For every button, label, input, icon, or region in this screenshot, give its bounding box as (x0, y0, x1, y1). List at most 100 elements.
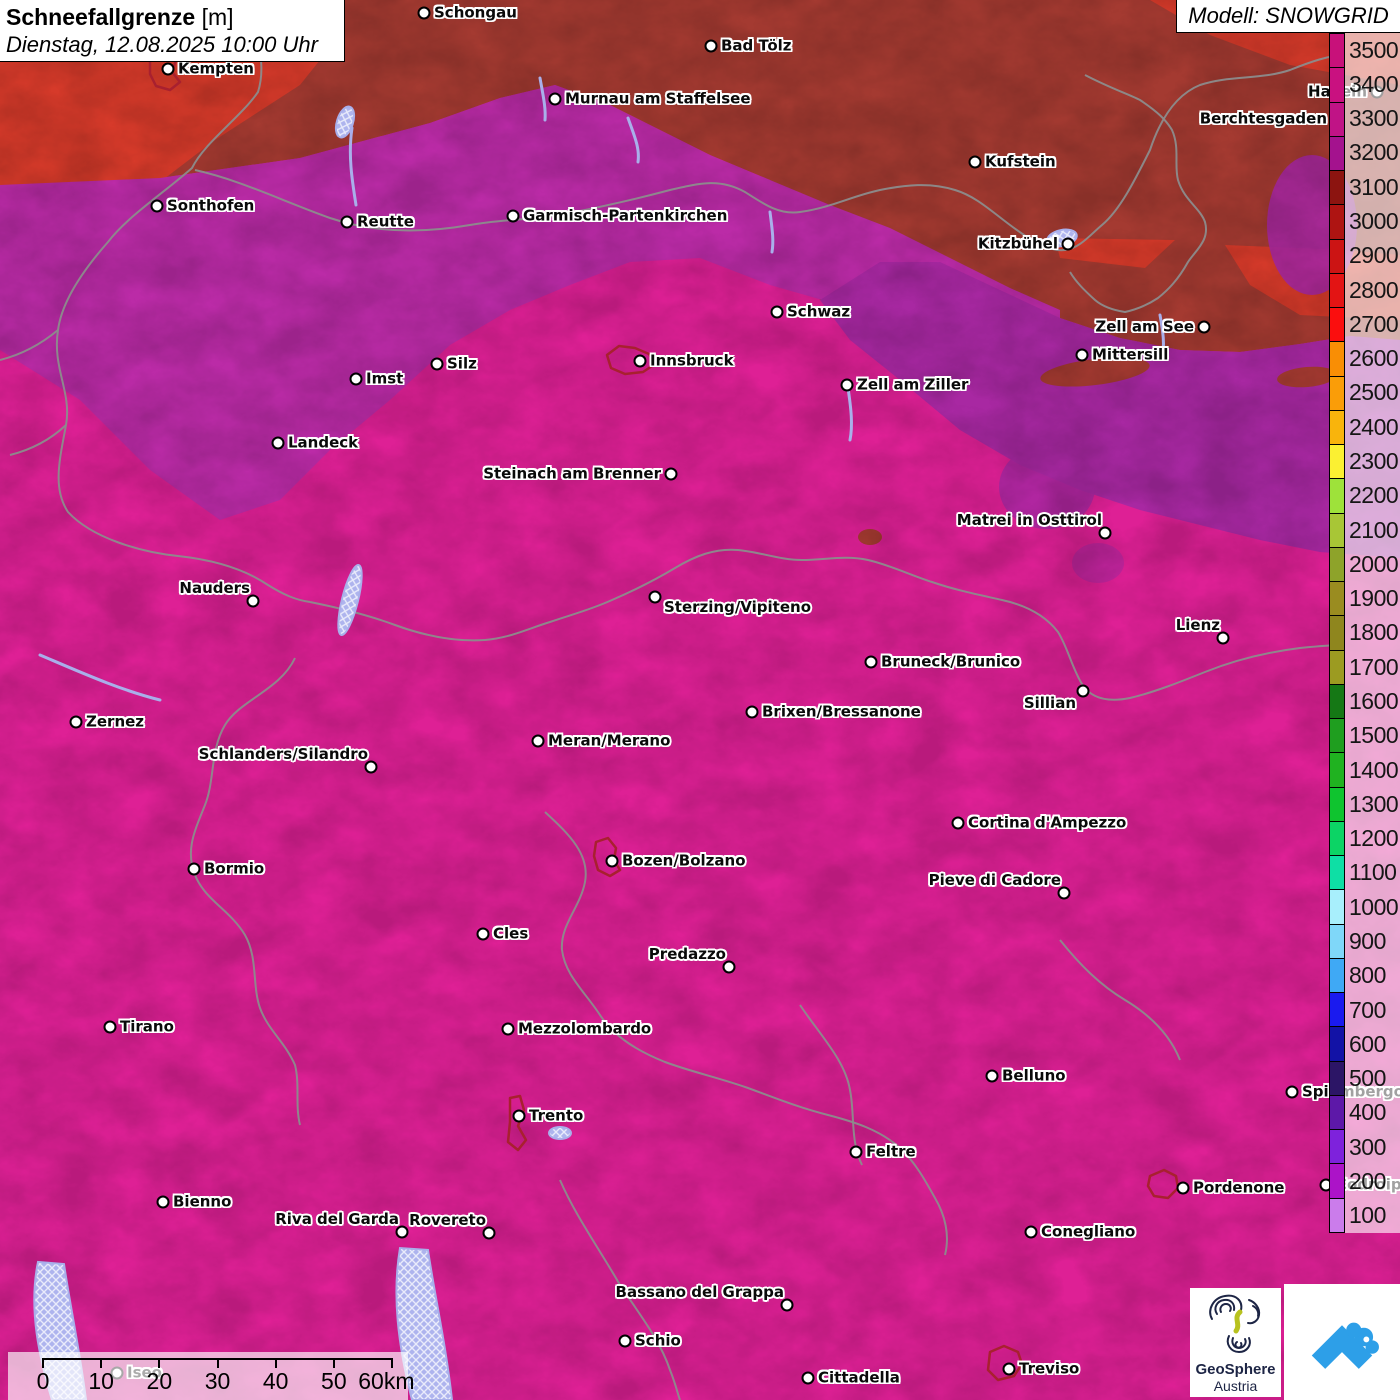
scale-tick-30 (216, 1358, 219, 1368)
city-dot (506, 209, 520, 223)
city-label: Landeck (288, 433, 359, 452)
city-label: Berchtesgaden (1199, 109, 1327, 128)
colorbar-labels: 3500 3400 3300 3200 3100 3000 2900 2800 2700 2600… (1349, 33, 1399, 1233)
city-label: Silz (447, 354, 477, 373)
colorbar-segment-3100 (1330, 171, 1344, 206)
colorbar-segment-3000 (1330, 205, 1344, 240)
city-dot (745, 705, 759, 719)
city-label: Mittersill (1092, 345, 1169, 364)
city-dot (69, 715, 83, 729)
title-box: Schneefallgrenze [m] Dienstag, 12.08.202… (0, 0, 345, 62)
city-label: Lienz (1175, 616, 1220, 634)
city-label: Zell am Ziller (857, 375, 969, 394)
colorbar-segment-600 (1330, 1027, 1344, 1062)
colorbar-label-2500: 2500 (1349, 379, 1399, 406)
colorbar-segment-2400 (1330, 410, 1344, 445)
colorbar-label-2700: 2700 (1349, 310, 1399, 337)
city-dot (1075, 348, 1089, 362)
colorbar-segment-1500 (1330, 719, 1344, 754)
colorbar-segment-3200 (1330, 136, 1344, 171)
colorbar (1329, 33, 1345, 1233)
city-label: Bienno (173, 1192, 232, 1211)
city-label: Matrei in Osttirol (956, 511, 1102, 529)
colorbar-label-1000: 1000 (1349, 893, 1399, 920)
colorbar-label-1800: 1800 (1349, 619, 1399, 646)
city-label: Belluno (1002, 1066, 1066, 1085)
colorbar-segment-3500 (1330, 34, 1344, 69)
scale-number-10: 10 (88, 1368, 114, 1394)
colorbar-label-3300: 3300 (1349, 105, 1399, 132)
colorbar-label-3400: 3400 (1349, 70, 1399, 97)
colorbar-segment-2200 (1330, 479, 1344, 514)
colorbar-label-2900: 2900 (1349, 242, 1399, 269)
city-label: Zell am See (1095, 317, 1194, 336)
city-label: Kitzbühel (977, 234, 1058, 253)
colorbar-segment-300 (1330, 1130, 1344, 1165)
scale-tick-50 (332, 1358, 335, 1368)
city-label: Feltre (866, 1142, 916, 1161)
city-dot (864, 655, 878, 669)
colorbar-segment-2300 (1330, 445, 1344, 480)
colorbar-segment-1000 (1330, 890, 1344, 925)
colorbar-segment-800 (1330, 958, 1344, 993)
city-label: Pieve di Cadore (928, 871, 1061, 889)
colorbar-label-2600: 2600 (1349, 345, 1399, 372)
city-dot (349, 372, 363, 386)
city-dot (150, 199, 164, 213)
city-label: Schlanders/Silandro (198, 745, 368, 763)
title-text: Schneefallgrenze (6, 4, 196, 30)
colorbar-segment-1900 (1330, 582, 1344, 617)
city-dot (840, 378, 854, 392)
colorbar-label-2000: 2000 (1349, 550, 1399, 577)
colorbar-label-1500: 1500 (1349, 722, 1399, 749)
scale-number-60km: 60km (358, 1368, 415, 1394)
colorbar-label-2100: 2100 (1349, 516, 1399, 543)
colorbar-label-2400: 2400 (1349, 413, 1399, 440)
city-label: Cittadella (818, 1368, 900, 1387)
city-label: Mezzolombardo (518, 1019, 652, 1038)
colorbar-label-1300: 1300 (1349, 790, 1399, 817)
colorbar-segment-2100 (1330, 513, 1344, 548)
city-dot (271, 436, 285, 450)
city-label: Rovereto (409, 1211, 486, 1229)
colorbar-segment-2500 (1330, 376, 1344, 411)
colorbar-segment-500 (1330, 1061, 1344, 1096)
colorbar-label-900: 900 (1349, 927, 1386, 954)
colorbar-segment-100 (1330, 1198, 1344, 1232)
city-label: Steinach am Brenner (483, 464, 661, 483)
scale-tick-20 (158, 1358, 161, 1368)
city-dot (1285, 1085, 1299, 1099)
colorbar-label-3500: 3500 (1349, 36, 1399, 63)
scale-tick-60km (391, 1358, 393, 1368)
city-dot (985, 1069, 999, 1083)
colorbar-segment-400 (1330, 1095, 1344, 1130)
page-title: Schneefallgrenze [m] (6, 4, 344, 31)
colorbar-label-800: 800 (1349, 962, 1386, 989)
colorbar-segment-2700 (1330, 308, 1344, 343)
colorbar-label-2200: 2200 (1349, 482, 1399, 509)
city-dot (161, 62, 175, 76)
city-dot (951, 816, 965, 830)
city-label: Schio (635, 1331, 681, 1350)
city-dot (548, 92, 562, 106)
colorbar-segment-1600 (1330, 684, 1344, 719)
colorbar-segment-200 (1330, 1164, 1344, 1199)
colorbar-segment-3400 (1330, 68, 1344, 103)
city-label: Trento (529, 1106, 584, 1125)
colorbar-label-200: 200 (1349, 1167, 1386, 1194)
city-label: Bad Tölz (721, 36, 792, 55)
colorbar-label-1700: 1700 (1349, 653, 1399, 680)
colorbar-label-2300: 2300 (1349, 448, 1399, 475)
scale-number-40: 40 (262, 1368, 289, 1394)
weather-map-product: Schongau Bad Tölz Kempten Murnau am Staffel… (0, 0, 1400, 1400)
city-label: Bassano del Grappa (615, 1283, 784, 1301)
city-label: Schongau (434, 3, 517, 22)
scale-tick-0 (42, 1358, 44, 1368)
city-dot (1024, 1225, 1038, 1239)
city-label: Schwaz (787, 302, 851, 321)
colorbar-label-500: 500 (1349, 1065, 1386, 1092)
city-dot (648, 590, 662, 604)
colorbar-label-3200: 3200 (1349, 139, 1399, 166)
city-label: Cortina d'Ampezzo (968, 813, 1127, 832)
colorbar-label-300: 300 (1349, 1133, 1386, 1160)
